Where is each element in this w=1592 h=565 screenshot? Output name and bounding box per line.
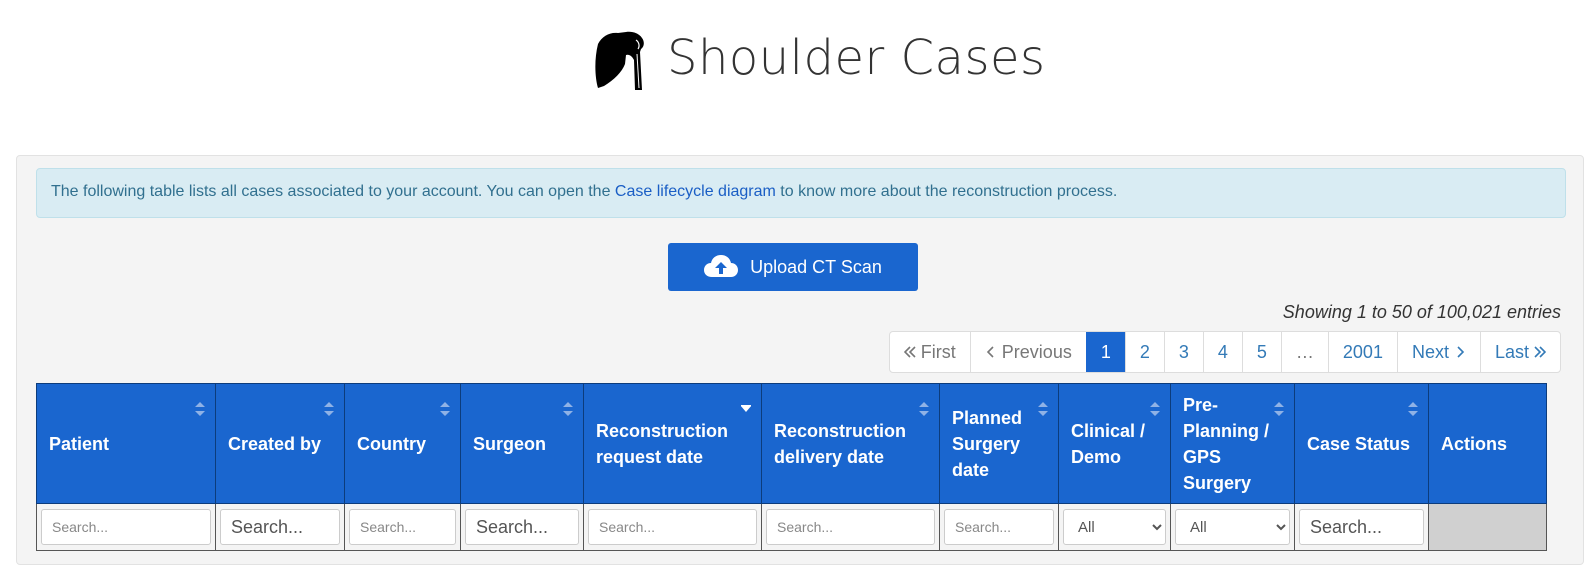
country-search-input[interactable]: [349, 509, 456, 545]
column-header-planned-surgery-date[interactable]: Planned Surgery date: [939, 383, 1059, 504]
column-header-reconstruction-delivery-date[interactable]: Reconstruction delivery date: [761, 383, 940, 504]
pagination-last-label: Last: [1494, 341, 1529, 362]
sort-icon: [919, 402, 929, 416]
case-lifecycle-link[interactable]: Case lifecycle diagram: [615, 183, 776, 200]
column-header-reconstruction-request-date[interactable]: Reconstruction request date: [583, 383, 762, 504]
pagination-page-3[interactable]: 3: [1163, 332, 1203, 372]
created-by-search-input[interactable]: [220, 509, 340, 545]
table-header-row: Patient Created by Country Surgeon Recon…: [36, 383, 1547, 504]
column-label: Actions: [1441, 433, 1508, 454]
column-header-actions: Actions: [1428, 383, 1547, 504]
pagination-page-last-number[interactable]: 2001: [1327, 332, 1397, 372]
column-label: Country: [357, 433, 426, 454]
upload-ct-scan-button[interactable]: Upload CT Scan: [668, 243, 918, 291]
clinical-demo-select[interactable]: All: [1063, 509, 1166, 545]
chevron-left-icon: [986, 346, 994, 358]
column-header-pre-planning-gps[interactable]: Pre-Planning / GPS Surgery: [1170, 383, 1295, 504]
chevron-right-icon: [1457, 346, 1465, 358]
column-label: Clinical / Demo: [1071, 420, 1146, 467]
cases-table: Patient Created by Country Surgeon Recon…: [36, 383, 1547, 551]
sort-icon: [1038, 402, 1048, 416]
pagination-previous-label: Previous: [1001, 341, 1072, 362]
pagination-next[interactable]: Next: [1396, 332, 1480, 372]
request-date-search-input[interactable]: [588, 509, 757, 545]
double-chevron-left-icon: [903, 346, 916, 358]
pagination-ellipsis: …: [1280, 332, 1328, 372]
sort-icon: [195, 402, 205, 416]
case-status-search-input[interactable]: [1299, 509, 1424, 545]
column-label: Case Status: [1307, 433, 1411, 454]
pagination-page-1[interactable]: 1: [1085, 332, 1125, 372]
upload-label: Upload CT Scan: [750, 256, 882, 277]
sort-icon: [440, 402, 450, 416]
delivery-date-search-input[interactable]: [766, 509, 935, 545]
pagination-page-2[interactable]: 2: [1124, 332, 1164, 372]
patient-search-input[interactable]: [41, 509, 211, 545]
double-chevron-right-icon: [1534, 346, 1546, 358]
column-header-country[interactable]: Country: [344, 383, 461, 504]
column-header-patient[interactable]: Patient: [36, 383, 216, 504]
entries-info: Showing 1 to 50 of 100,021 entries: [1282, 302, 1561, 322]
page-header: Shoulder Cases: [0, 0, 1592, 120]
shoulder-bone-icon: [595, 31, 644, 90]
sort-icon: [1274, 402, 1284, 416]
column-label: Reconstruction delivery date: [774, 420, 907, 467]
sort-icon: [563, 402, 573, 416]
column-header-surgeon[interactable]: Surgeon: [460, 383, 584, 504]
column-label: Pre-Planning / GPS Surgery: [1183, 394, 1270, 493]
pagination-next-label: Next: [1411, 341, 1449, 362]
sort-desc-icon: [741, 405, 751, 412]
pagination-previous[interactable]: Previous: [969, 332, 1086, 372]
pagination-page-4[interactable]: 4: [1202, 332, 1242, 372]
column-header-clinical-demo[interactable]: Clinical / Demo: [1058, 383, 1171, 504]
column-header-case-status[interactable]: Case Status: [1294, 383, 1429, 504]
planned-date-search-input[interactable]: [944, 509, 1054, 545]
actions-filter-cell: [1428, 503, 1547, 551]
info-text-after: to know more about the reconstruction pr…: [775, 183, 1118, 200]
pagination: First Previous 1 2 3 4 5 … 2001 Next Las…: [888, 331, 1561, 373]
filter-row: All All: [36, 503, 1547, 551]
info-alert: The following table lists all cases asso…: [36, 168, 1566, 218]
column-header-created-by[interactable]: Created by: [215, 383, 345, 504]
column-label: Reconstruction request date: [596, 420, 729, 467]
pagination-last[interactable]: Last: [1479, 332, 1560, 372]
pagination-first-label: First: [920, 341, 956, 362]
surgeon-search-input[interactable]: [465, 509, 579, 545]
sort-icon: [324, 402, 334, 416]
pagination-first[interactable]: First: [890, 332, 970, 372]
column-label: Patient: [49, 433, 110, 454]
info-text-before: The following table lists all cases asso…: [51, 183, 615, 200]
sort-icon: [1150, 402, 1160, 416]
page-title: Shoulder Cases: [667, 30, 1046, 86]
column-label: Created by: [228, 433, 322, 454]
column-label: Planned Surgery date: [952, 407, 1023, 480]
column-label: Surgeon: [473, 433, 547, 454]
cloud-upload-icon: [704, 255, 739, 277]
pre-planning-select[interactable]: All: [1175, 509, 1290, 545]
pagination-page-5[interactable]: 5: [1241, 332, 1281, 372]
cases-panel: The following table lists all cases asso…: [16, 155, 1584, 565]
sort-icon: [1408, 402, 1418, 416]
